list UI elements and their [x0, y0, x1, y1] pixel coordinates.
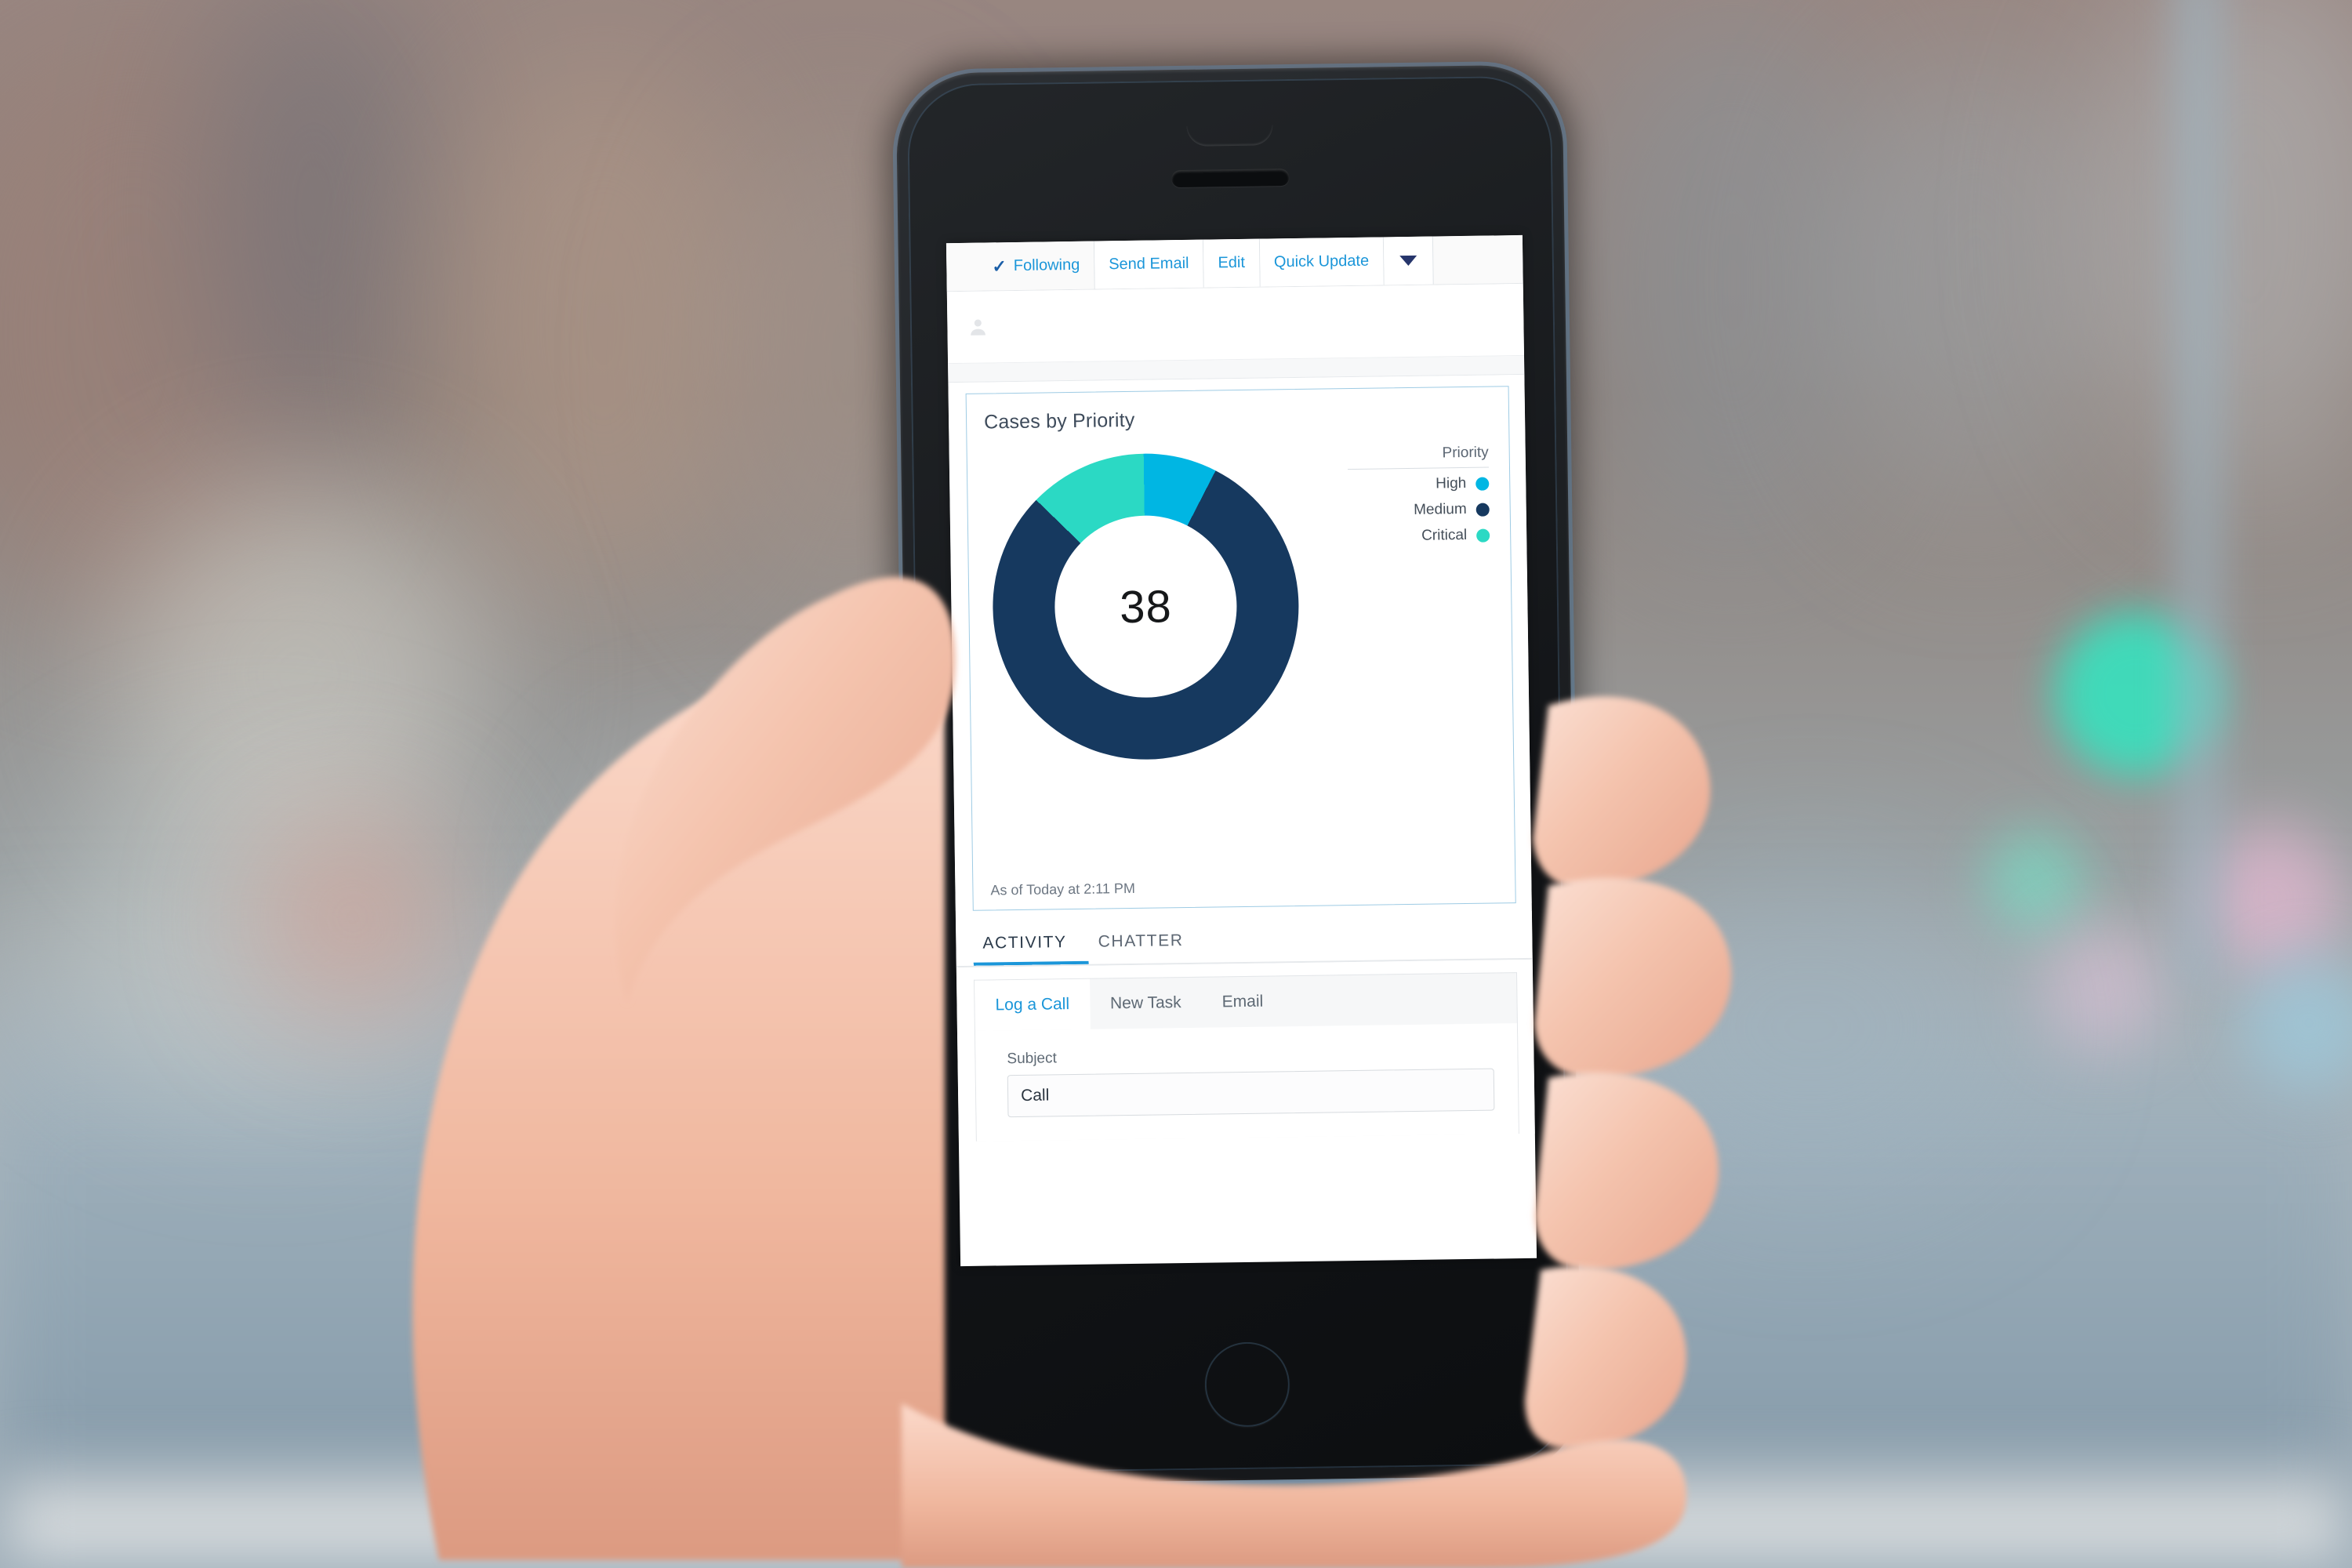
phone-notch [1186, 125, 1272, 147]
log-a-call-form: Subject Call [975, 1023, 1519, 1142]
main-tabs: ACTIVITY CHATTER [955, 910, 1533, 968]
phone-screen: ✓ Following Send Email Edit Quick Update… [946, 234, 1537, 1267]
chart-timestamp: As of Today at 2:11 PM [990, 880, 1136, 898]
legend-color-swatch [1475, 503, 1490, 517]
legend-color-swatch [1476, 528, 1490, 543]
quick-update-button[interactable]: Quick Update [1259, 237, 1385, 287]
record-action-toolbar: ✓ Following Send Email Edit Quick Update [946, 234, 1523, 292]
legend-rows: High Medium Critical [1348, 475, 1490, 546]
following-button[interactable]: ✓ Following [946, 241, 1095, 292]
bokeh-pole [2172, 0, 2227, 988]
following-label: Following [1013, 256, 1080, 274]
tab-chatter[interactable]: CHATTER [1088, 916, 1206, 964]
legend-item-label: High [1436, 474, 1467, 492]
edit-button[interactable]: Edit [1203, 238, 1261, 288]
bokeh-blob [1607, 862, 2015, 1192]
legend-color-swatch [1475, 477, 1490, 491]
legend-item-medium[interactable]: Medium [1348, 501, 1490, 521]
legend-item-critical[interactable]: Critical [1348, 527, 1490, 546]
chart-body: 38 Priority High Medium Critical [984, 427, 1497, 842]
subtab-new-task[interactable]: New Task [1090, 978, 1203, 1029]
activity-panel: Log a Call New Task Email Subject Call [974, 972, 1519, 1142]
subject-label: Subject [1007, 1050, 1057, 1068]
tab-activity[interactable]: ACTIVITY [973, 917, 1089, 966]
earpiece-speaker [1171, 169, 1290, 188]
bokeh-blob [1827, 47, 2125, 517]
chart-card-wrapper: Cases by Priority 38 Priority High Medium… [948, 374, 1532, 912]
subtab-email[interactable]: Email [1201, 976, 1283, 1027]
legend-item-high[interactable]: High [1348, 474, 1490, 495]
legend-item-label: Medium [1414, 500, 1467, 518]
legend-item-label: Critical [1421, 526, 1468, 544]
subtab-log-a-call[interactable]: Log a Call [975, 978, 1091, 1031]
user-icon [971, 319, 985, 336]
check-icon: ✓ [992, 256, 1007, 276]
bokeh-blob [596, 768, 831, 1004]
background-foreground-band [0, 1474, 2352, 1568]
bokeh-teal-small [1984, 831, 2085, 933]
activity-panel-wrapper: Log a Call New Task Email Subject Call [956, 959, 1535, 1142]
bokeh-pink [2038, 925, 2164, 1051]
bokeh-blob [259, 823, 447, 1011]
cases-by-priority-card: Cases by Priority 38 Priority High Medium… [965, 386, 1516, 911]
legend-title: Priority [1442, 444, 1489, 462]
activity-sub-tabs: Log a Call New Task Email [975, 973, 1517, 1031]
send-email-button[interactable]: Send Email [1094, 239, 1204, 289]
donut-chart[interactable]: 38 [990, 451, 1301, 762]
donut-total-value: 38 [1119, 580, 1173, 633]
more-actions-button[interactable] [1383, 236, 1434, 285]
chart-legend: Priority High Medium Critical [1347, 444, 1490, 554]
chevron-down-icon [1399, 255, 1417, 267]
record-header [946, 283, 1525, 365]
subject-input[interactable]: Call [1007, 1068, 1495, 1118]
